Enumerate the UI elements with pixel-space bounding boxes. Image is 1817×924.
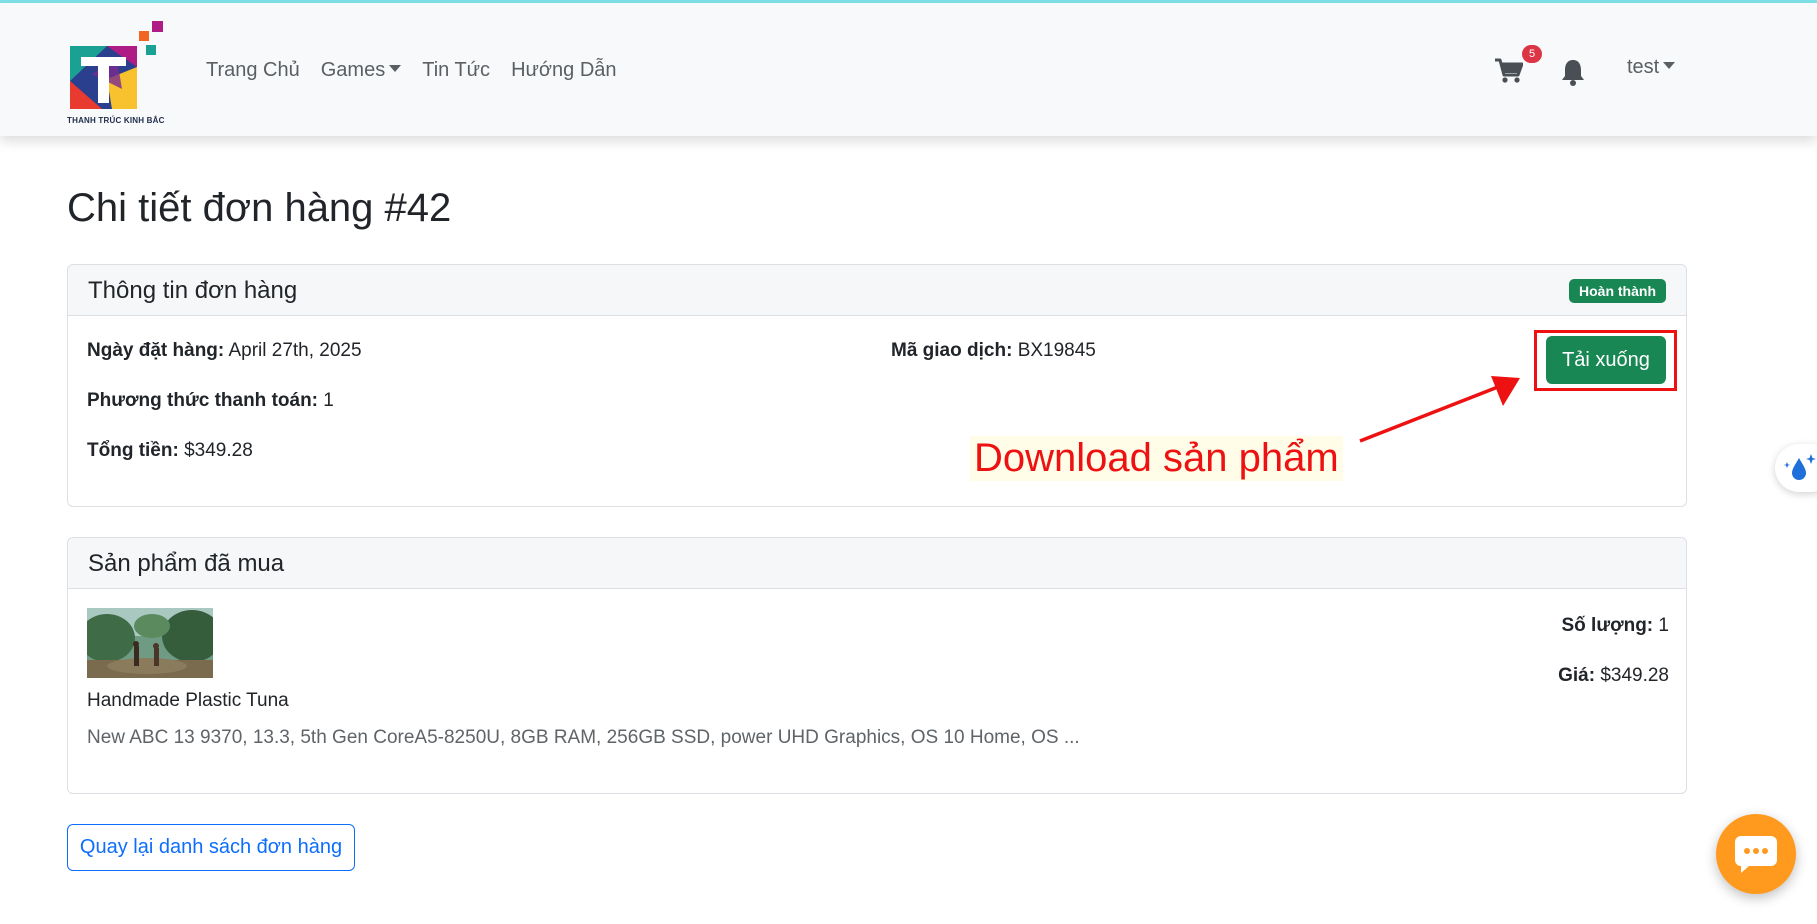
product-image — [87, 608, 213, 678]
purchased-title: Sản phẩm đã mua — [88, 550, 285, 577]
payment-field: Phương thức thanh toán: 1 — [87, 390, 334, 412]
user-menu[interactable]: test — [1627, 56, 1676, 79]
payment-label: Phương thức thanh toán: — [87, 390, 318, 411]
status-badge: Hoàn thành — [1569, 279, 1666, 303]
order-info-title: Thông tin đơn hàng — [88, 277, 298, 304]
user-name: test — [1627, 56, 1660, 78]
nav-guide[interactable]: Hướng Dẫn — [511, 59, 616, 82]
caret-down-icon — [389, 65, 402, 72]
bell-icon[interactable] — [1560, 58, 1586, 86]
logo-caption: THANH TRÚC KINH BẮC — [67, 116, 165, 125]
purchased-card: Sản phẩm đã mua — [67, 537, 1687, 794]
payment-value: 1 — [323, 390, 334, 411]
site-logo[interactable]: THANH TRÚC KINH BẮC — [67, 19, 169, 125]
transaction-value: BX19845 — [1017, 340, 1096, 361]
quantity-label: Số lượng: — [1561, 615, 1654, 636]
nav-games[interactable]: Games — [320, 59, 402, 82]
total-value: $349.28 — [184, 440, 253, 461]
price-field: Giá: $349.28 — [1558, 665, 1669, 687]
page-title: Chi tiết đơn hàng #42 — [67, 186, 452, 230]
back-to-orders-button[interactable]: Quay lại danh sách đơn hàng — [67, 824, 355, 871]
cart-count-badge: 5 — [1522, 45, 1542, 63]
product-name: Handmade Plastic Tuna — [87, 690, 289, 711]
order-info-header: Thông tin đơn hàng Hoàn thành — [68, 265, 1686, 316]
nav-news[interactable]: Tin Tức — [422, 59, 490, 82]
cart-icon[interactable] — [1495, 58, 1523, 84]
order-date-value: April 27th, 2025 — [228, 340, 362, 361]
caret-down-icon — [1663, 62, 1676, 69]
total-field: Tổng tiền: $349.28 — [87, 440, 253, 462]
quantity-field: Số lượng: 1 — [1561, 615, 1669, 637]
product-thumbnail[interactable] — [87, 608, 213, 678]
navbar: THANH TRÚC KINH BẮC Trang Chủ Games Tin … — [0, 3, 1817, 136]
logo-mark-icon — [70, 21, 163, 109]
chat-button[interactable] — [1716, 814, 1796, 894]
total-label: Tổng tiền: — [87, 440, 179, 461]
price-value: $349.28 — [1600, 665, 1669, 686]
transaction-field: Mã giao dịch: BX19845 — [891, 340, 1096, 362]
download-annotation: Download sản phẩm — [970, 436, 1343, 481]
annotation-arrow-icon — [1359, 376, 1520, 443]
nav-home[interactable]: Trang Chủ — [206, 59, 300, 82]
quantity-value: 1 — [1658, 615, 1669, 636]
order-date-field: Ngày đặt hàng: April 27th, 2025 — [87, 340, 362, 362]
chat-icon — [1735, 836, 1777, 873]
transaction-label: Mã giao dịch: — [891, 340, 1013, 361]
nav-games-label: Games — [320, 59, 386, 81]
droplet-sparkle-icon — [1783, 454, 1816, 480]
purchased-header: Sản phẩm đã mua — [68, 538, 1686, 589]
main-nav: Trang Chủ Games Tin Tức Hướng Dẫn — [206, 59, 638, 82]
product-description: New ABC 13 9370, 13.3, 5th Gen CoreA5-82… — [87, 727, 1080, 748]
order-date-label: Ngày đặt hàng: — [87, 340, 225, 361]
download-button[interactable]: Tải xuống — [1546, 336, 1666, 384]
price-label: Giá: — [1558, 665, 1596, 686]
floating-tool-tab[interactable] — [1775, 444, 1817, 492]
